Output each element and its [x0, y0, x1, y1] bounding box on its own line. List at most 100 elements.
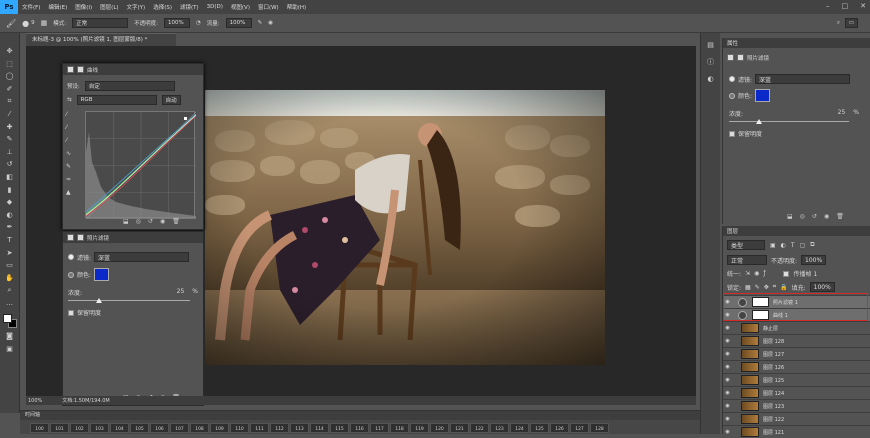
layer-row[interactable]: ◉ 图层 128 [723, 334, 870, 347]
filter-radio[interactable] [68, 254, 74, 260]
close-icon[interactable]: ✕ [860, 2, 866, 10]
layer-visibility-icon[interactable]: ◉ [723, 325, 732, 331]
zoom-tool-icon[interactable]: ⌕ [3, 286, 16, 295]
lock-all-icon[interactable]: 🔒 [780, 284, 787, 291]
zoom-level[interactable]: 100% [28, 398, 42, 404]
layer-visibility-icon[interactable]: ◉ [723, 403, 732, 409]
timeline-frame[interactable]: 102 [70, 423, 89, 433]
density-value[interactable]: 25 [838, 109, 846, 118]
quick-mask-icon[interactable]: ◙ [3, 332, 16, 341]
menu-edit[interactable]: 编辑(E) [44, 3, 71, 11]
density-slider-knob[interactable] [756, 119, 762, 124]
timeline-frame[interactable]: 117 [370, 423, 389, 433]
brush-tool-icon[interactable]: 🖌 [6, 19, 16, 28]
layer-visibility-icon[interactable]: ◉ [723, 390, 732, 396]
timeline-frame[interactable]: 124 [510, 423, 529, 433]
color-swatches[interactable] [2, 314, 17, 329]
draw-curve-icon[interactable]: ✎ [66, 163, 71, 170]
brush-tool-icon[interactable]: ✎ [3, 135, 16, 144]
timeline-frame[interactable]: 119 [410, 423, 429, 433]
filter-select[interactable]: 深蓝 [755, 74, 851, 84]
unify-position-icon[interactable]: ⇲ [745, 270, 750, 277]
black-point-eyedropper-icon[interactable]: ⁄ [66, 111, 71, 118]
timeline-frame[interactable]: 126 [550, 423, 569, 433]
layer-row[interactable]: ◉ 图层 123 [723, 399, 870, 412]
eyedropper-tool-icon[interactable]: ⁄ [3, 110, 16, 119]
timeline-frame[interactable]: 112 [270, 423, 289, 433]
pressure-size-icon[interactable]: ◉ [268, 20, 273, 26]
layer-row[interactable]: ◉ 图层 126 [723, 360, 870, 373]
timeline-frame[interactable]: 111 [250, 423, 269, 433]
blur-tool-icon[interactable]: ◆ [3, 198, 16, 207]
layer-row[interactable]: ◉ 图层 122 [723, 412, 870, 425]
menu-select[interactable]: 选择(S) [149, 3, 176, 11]
crop-tool-icon[interactable]: ⌗ [3, 97, 16, 106]
brush-panel-icon[interactable]: ▦ [41, 19, 48, 27]
delete-icon[interactable]: 🗑 [836, 213, 844, 220]
info-panel-icon[interactable]: ⓘ [707, 57, 714, 67]
lock-position-icon[interactable]: ✥ [764, 284, 769, 291]
filter-radio[interactable] [729, 76, 735, 82]
menu-window[interactable]: 窗口(W) [254, 3, 283, 11]
timeline-frame[interactable]: 109 [210, 423, 229, 433]
channel-select[interactable]: RGB [76, 95, 157, 105]
lasso-tool-icon[interactable]: ◯ [3, 72, 16, 81]
history-panel-icon[interactable]: ▤ [707, 41, 714, 49]
layer-visibility-icon[interactable]: ◉ [723, 429, 732, 435]
clip-to-layer-icon[interactable]: ⬓ [787, 213, 793, 220]
visibility-icon[interactable]: ◉ [824, 213, 829, 220]
preserve-luminosity-checkbox[interactable] [729, 130, 735, 137]
layer-kind-select[interactable]: 类型 [727, 240, 765, 250]
minimize-icon[interactable]: – [826, 2, 830, 10]
preserve-luminosity-checkbox[interactable] [68, 309, 74, 316]
pen-tool-icon[interactable]: ✒ [3, 223, 16, 232]
view-previous-icon[interactable]: ◎ [136, 218, 141, 225]
layer-visibility-icon[interactable]: ◉ [723, 416, 732, 422]
layer-row[interactable]: ◉ 图层 121 [723, 425, 870, 438]
healing-tool-icon[interactable]: ✚ [3, 123, 16, 132]
dodge-tool-icon[interactable]: ◐ [3, 211, 16, 220]
filter-select[interactable]: 深蓝 [94, 252, 190, 262]
shape-tool-icon[interactable]: ▭ [3, 261, 16, 270]
blend-mode-select[interactable]: 正常 [727, 255, 767, 265]
layer-row[interactable]: ◉ 图层 125 [723, 373, 870, 386]
propagate-frame-checkbox[interactable] [783, 270, 790, 277]
mask-icon[interactable] [737, 54, 744, 61]
timeline-frame[interactable]: 100 [30, 423, 49, 433]
workspace-select[interactable]: ▭ [844, 18, 858, 28]
timeline-frame[interactable]: 121 [450, 423, 469, 433]
brush-preset-picker[interactable]: ● 9 [22, 19, 34, 28]
adjust-filter-icon[interactable]: ◐ [781, 242, 786, 249]
density-slider[interactable] [68, 300, 190, 301]
timeline-frame[interactable]: 116 [350, 423, 369, 433]
timeline-frame[interactable]: 105 [130, 423, 149, 433]
clip-to-layer-icon[interactable]: ⬓ [123, 218, 129, 225]
layer-visibility-icon[interactable]: ◉ [723, 351, 732, 357]
mode-select[interactable]: 正常 [72, 18, 129, 28]
layer-visibility-icon[interactable]: ◉ [723, 377, 732, 383]
timeline-frame[interactable]: 106 [150, 423, 169, 433]
menu-3d[interactable]: 3D(D) [203, 4, 227, 10]
airbrush-icon[interactable]: ✎ [258, 20, 263, 26]
preset-select[interactable]: 自定 [84, 81, 175, 91]
properties-title[interactable]: 属性 [727, 39, 738, 47]
menu-image[interactable]: 图像(I) [71, 3, 96, 11]
quick-select-tool-icon[interactable]: ✐ [3, 85, 16, 94]
type-tool-icon[interactable]: T [3, 236, 16, 245]
eraser-tool-icon[interactable]: ◧ [3, 173, 16, 182]
path-select-icon[interactable]: ➤ [3, 249, 16, 258]
menu-file[interactable]: 文件(F) [18, 3, 44, 11]
mask-icon[interactable] [77, 234, 84, 241]
search-icon[interactable]: ⌕ [837, 20, 840, 27]
document-tab[interactable]: 未标题-3 @ 100% (照片滤镜 1, 图层蒙版/8) * [26, 33, 176, 46]
clipping-warning-icon[interactable]: ▲ [66, 189, 71, 196]
visibility-icon[interactable]: ◉ [160, 218, 165, 225]
timeline-frame[interactable]: 118 [390, 423, 409, 433]
auto-button[interactable]: 自动 [161, 95, 181, 105]
maximize-icon[interactable]: □ [842, 2, 849, 10]
menu-filter[interactable]: 滤镜(T) [176, 3, 203, 11]
lock-artboard-icon[interactable]: ⌗ [773, 283, 776, 291]
mask-icon[interactable] [77, 66, 84, 73]
timeline-frame[interactable]: 128 [590, 423, 609, 433]
layer-opacity-field[interactable]: 100% [801, 255, 827, 265]
